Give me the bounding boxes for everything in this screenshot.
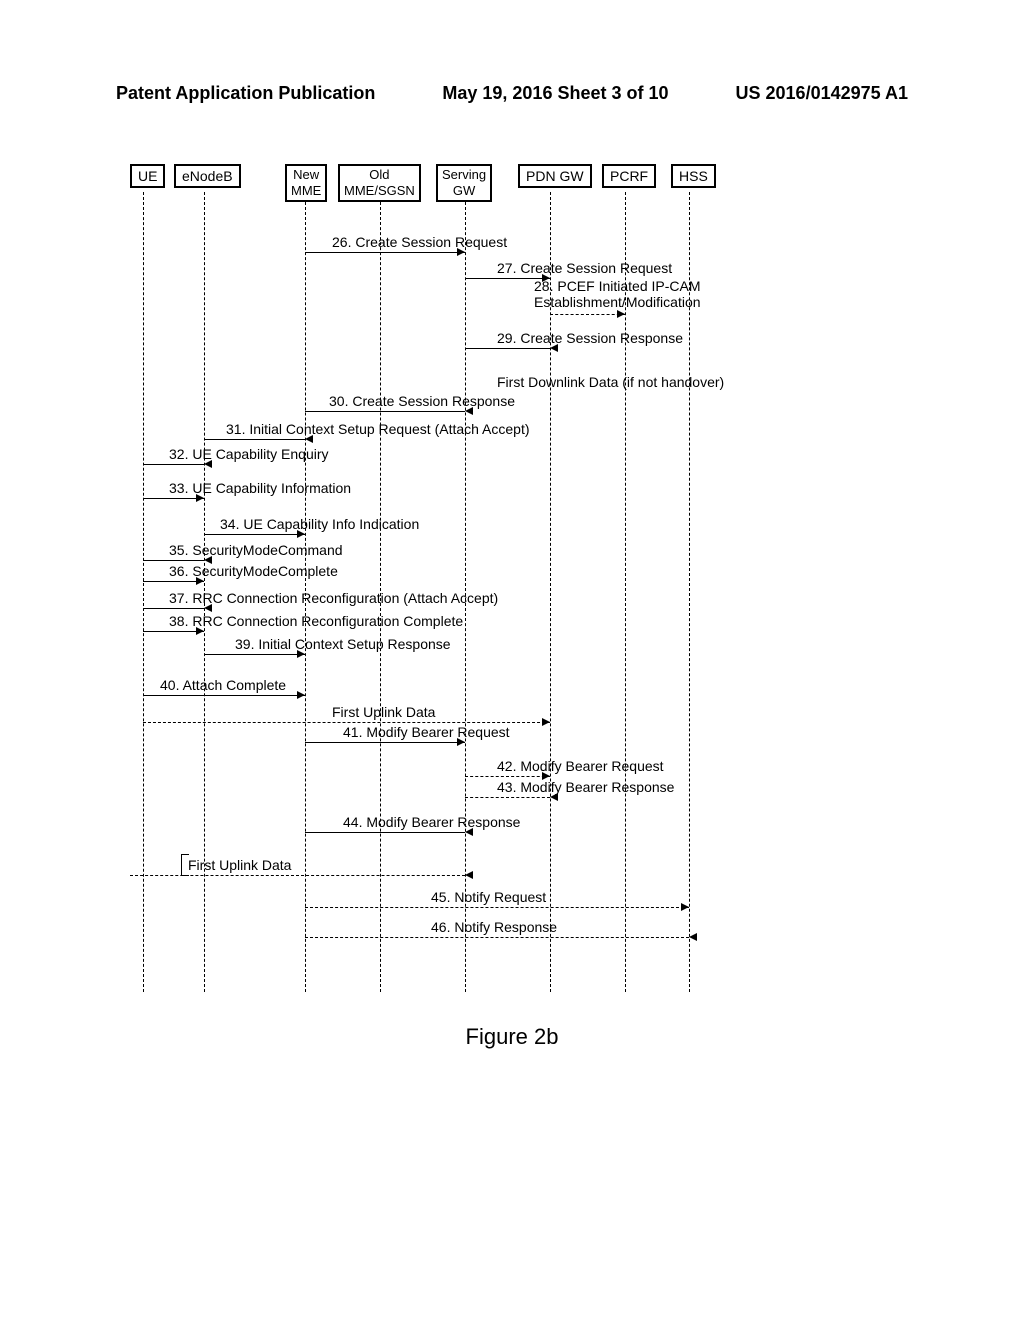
message-mful2: First Uplink Data [188,857,291,873]
arrow-line-m29 [465,348,550,349]
arrow-head-m40 [297,691,305,699]
message-m31: 31. Initial Context Setup Request (Attac… [226,421,530,437]
message-m42: 42. Modify Bearer Request [497,758,664,774]
arrow-head-m29 [550,344,558,352]
arrow-head-m30 [465,407,473,415]
entity-pdngw: PDN GW [518,164,592,188]
lifeline-ue [143,192,144,992]
arrow-line-m33 [143,498,204,499]
arrow-head-mful1 [542,718,550,726]
arrow-line-m26 [305,252,465,253]
arrow-line-m37 [143,608,204,609]
arrow-line-m34 [204,534,305,535]
message-m34: 34. UE Capability Info Indication [220,516,419,532]
lifeline-hss [689,192,690,992]
arrow-head-m31 [305,435,313,443]
entity-oldmme: OldMME/SGSN [338,164,421,202]
arrow-line-mful1 [143,722,550,723]
arrow-line-m45 [305,907,689,908]
arrow-line-m32 [143,464,204,465]
arrow-line-m30 [305,411,465,412]
message-m46: 46. Notify Response [431,919,557,935]
message-m29: 29. Create Session Response [497,330,683,346]
arrow-line-m46 [305,937,689,938]
message-m26: 26. Create Session Request [332,234,507,250]
entity-pcrf: PCRF [602,164,656,188]
arrow-head-m37 [204,604,212,612]
arrow-head-m43 [550,793,558,801]
message-m45: 45. Notify Request [431,889,546,905]
entity-enodeb: eNodeB [174,164,241,188]
arrow-line-m36 [143,581,204,582]
arrow-line-m35 [143,560,204,561]
entity-hss: HSS [671,164,716,188]
message-m36: 36. SecurityModeComplete [169,563,338,579]
arrow-line-m43 [465,797,550,798]
arrow-head-m38 [196,627,204,635]
message-m30: 30. Create Session Response [329,393,515,409]
arrow-line-m28 [550,314,625,315]
message-m28: 28. PCEF Initiated IP-CAMEstablishment/M… [534,278,701,310]
header-center: May 19, 2016 Sheet 3 of 10 [442,83,668,104]
entity-sgw: ServingGW [436,164,492,202]
arrow-head-m44 [465,828,473,836]
figure-caption: Figure 2b [0,1024,1024,1050]
arrow-line-m42 [465,776,550,777]
message-m32: 32. UE Capability Enquiry [169,446,329,462]
sequence-diagram: UE eNodeB NewMME OldMME/SGSN ServingGW PDN GW… [116,164,908,1014]
arrow-line-m39 [204,654,305,655]
arrow-line-m31 [204,439,305,440]
arrow-head-m36 [196,577,204,585]
message-m35: 35. SecurityModeCommand [169,542,343,558]
arrow-head-m26 [457,248,465,256]
message-m43: 43. Modify Bearer Response [497,779,674,795]
arrow-head-m45 [681,903,689,911]
arrow-head-m34 [297,530,305,538]
header-right: US 2016/0142975 A1 [736,83,908,104]
message-m41: 41. Modify Bearer Request [343,724,510,740]
arrow-head-m28 [617,310,625,318]
message-mfd: First Downlink Data (if not handover) [497,374,724,390]
entity-newmme: NewMME [285,164,327,202]
message-m37: 37. RRC Connection Reconfiguration (Atta… [169,590,498,606]
arrow-head-m41 [457,738,465,746]
message-m40: 40. Attach Complete [160,677,286,693]
message-m38: 38. RRC Connection Reconfiguration Compl… [169,613,463,629]
arrow-head-m33 [196,494,204,502]
lifeline-pdngw [550,192,551,992]
arrow-head-m32 [204,460,212,468]
arrow-head-m39 [297,650,305,658]
arrow-line-m41 [305,742,465,743]
message-m44: 44. Modify Bearer Response [343,814,520,830]
message-m39: 39. Initial Context Setup Response [235,636,451,652]
message-m27: 27. Create Session Request [497,260,672,276]
lifeline-pcrf [625,192,626,992]
message-mful1: First Uplink Data [332,704,435,720]
arrow-line-m38 [143,631,204,632]
entity-ue: UE [130,164,165,188]
arrow-line-m44 [305,832,465,833]
header-left: Patent Application Publication [116,83,375,104]
arrow-head-m46 [689,933,697,941]
bracket-uplink [181,854,189,876]
arrow-line-m40 [143,695,305,696]
arrow-head-mful2 [465,871,473,879]
